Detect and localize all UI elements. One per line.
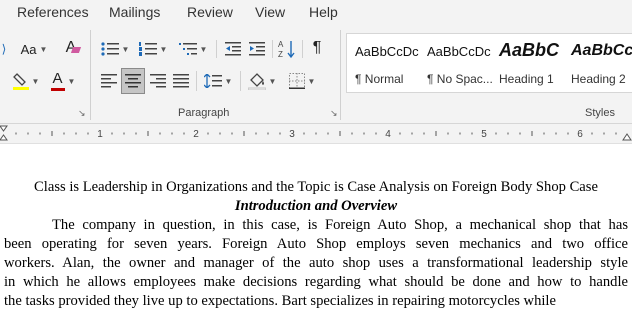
- ruler-ticks: 1 2 3 4 5 6: [15, 129, 617, 140]
- tab-references[interactable]: References: [17, 4, 89, 20]
- separator: [272, 40, 273, 58]
- align-right-button[interactable]: [147, 69, 169, 93]
- paragraph-line: in which he allows employees make decisi…: [4, 274, 628, 290]
- change-case-button[interactable]: Aa ▼: [18, 38, 50, 60]
- chevron-down-icon: ▼: [67, 76, 76, 86]
- numbering-icon: [138, 42, 157, 56]
- separator: [216, 40, 217, 58]
- ruler-number: 1: [97, 129, 103, 140]
- change-case-label: Aa: [20, 41, 37, 57]
- sort-button[interactable]: A Z: [276, 36, 298, 62]
- align-center-button[interactable]: [121, 68, 145, 94]
- increase-indent-icon: [249, 42, 265, 56]
- font-color-icon: A: [52, 70, 63, 87]
- chevron-down-icon: ▼: [224, 76, 233, 86]
- group-separator: [340, 30, 341, 120]
- tab-view[interactable]: View: [255, 4, 285, 20]
- paragraph-group-label: Paragraph: [178, 107, 230, 119]
- clear-formatting-button[interactable]: A: [60, 37, 82, 59]
- group-separator: [90, 30, 91, 120]
- tab-mailings[interactable]: Mailings: [109, 4, 160, 20]
- paragraph-line: the tasks provided they live up to expec…: [4, 293, 556, 309]
- paragraph-dialog-launcher-icon[interactable]: ↘: [330, 108, 338, 119]
- pilcrow-icon: ¶: [312, 39, 322, 56]
- ribbon-tabs: References Mailings Review View Help: [0, 0, 632, 24]
- ruler-number: 5: [481, 129, 487, 140]
- style-sample: AaBbCc: [571, 42, 632, 59]
- font-size-arrow-icon[interactable]: ⟩: [0, 40, 8, 58]
- bullets-button[interactable]: ▼: [98, 38, 132, 60]
- style-sample: AaBbCcDc: [355, 44, 419, 59]
- ruler-number: 6: [577, 129, 583, 140]
- style-name: Heading 2: [571, 72, 626, 86]
- style-name: ¶ No Spac...: [427, 72, 493, 86]
- separator: [302, 40, 303, 58]
- svg-text:Z: Z: [278, 50, 283, 59]
- paragraph-line: The company in question, in this case, i…: [52, 217, 628, 233]
- text-highlight-color-button[interactable]: ▼: [8, 68, 44, 94]
- style-heading-2[interactable]: AaBbCc Heading 2: [563, 34, 632, 92]
- style-name: Heading 1: [499, 72, 554, 86]
- chevron-down-icon: ▼: [199, 44, 208, 54]
- separator: [240, 71, 241, 91]
- styles-group-label: Styles: [585, 107, 615, 119]
- chevron-down-icon: ▼: [39, 44, 48, 54]
- shading-button[interactable]: ▼: [244, 69, 280, 93]
- line-spacing-button[interactable]: ▼: [200, 69, 236, 93]
- chevron-down-icon: ▼: [121, 44, 130, 54]
- align-center-icon: [125, 74, 141, 88]
- ruler-number: 4: [385, 129, 391, 140]
- borders-icon: [288, 73, 305, 89]
- ruler-number: 2: [193, 129, 199, 140]
- align-left-icon: [101, 74, 117, 88]
- line-spacing-icon: [203, 74, 222, 88]
- increase-indent-button[interactable]: [246, 38, 268, 60]
- style-normal[interactable]: AaBbCcDc ¶ Normal: [347, 34, 419, 92]
- right-indent-marker-icon[interactable]: [622, 124, 632, 143]
- chevron-down-icon: ▼: [268, 76, 277, 86]
- show-formatting-marks-button[interactable]: ¶: [306, 37, 328, 59]
- style-no-spacing[interactable]: AaBbCcDc ¶ No Spac...: [419, 34, 493, 92]
- multilevel-list-icon: [178, 43, 197, 55]
- sort-az-icon: A Z: [278, 40, 295, 59]
- ruler-number: 3: [289, 129, 295, 140]
- styles-gallery: AaBbCcDc ¶ Normal AaBbCcDc ¶ No Spac... …: [346, 33, 632, 93]
- style-sample: AaBbCcDc: [427, 44, 491, 59]
- ribbon: References Mailings Review View Help ⟩ A…: [0, 0, 632, 124]
- tab-review[interactable]: Review: [187, 4, 233, 20]
- eraser-icon: [70, 47, 82, 53]
- paint-bucket-icon: [247, 73, 266, 90]
- chevron-down-icon: ▼: [31, 76, 40, 86]
- font-color-swatch: [50, 88, 65, 91]
- highlighter-icon: [12, 73, 29, 90]
- font-color-button[interactable]: A ▼: [48, 68, 78, 94]
- horizontal-ruler[interactable]: 1 2 3 4 5 6: [0, 124, 632, 144]
- chevron-down-icon: ▼: [159, 44, 168, 54]
- paragraph-line: workers. Alan, the owner and manager of …: [4, 255, 628, 271]
- section-heading: Introduction and Overview: [234, 198, 398, 214]
- multilevel-list-button[interactable]: ▼: [175, 38, 211, 60]
- numbering-button[interactable]: ▼: [136, 38, 170, 60]
- align-right-icon: [150, 74, 166, 88]
- chevron-down-icon: ▼: [307, 76, 316, 86]
- decrease-indent-icon: [225, 42, 241, 56]
- style-name: ¶ Normal: [355, 72, 404, 86]
- style-sample: AaBbC: [499, 40, 560, 60]
- left-indent-marker-icon[interactable]: [0, 124, 8, 143]
- borders-button[interactable]: ▼: [284, 69, 320, 93]
- separator: [196, 71, 197, 91]
- font-dialog-launcher-icon[interactable]: ↘: [78, 108, 86, 119]
- tab-help[interactable]: Help: [309, 4, 338, 20]
- document-title-line: Class is Leadership in Organizations and…: [34, 179, 598, 195]
- document-page[interactable]: Class is Leadership in Organizations and…: [0, 144, 632, 309]
- align-left-button[interactable]: [98, 69, 120, 93]
- svg-text:A: A: [278, 40, 284, 49]
- justify-button[interactable]: [170, 69, 192, 93]
- decrease-indent-button[interactable]: [222, 38, 244, 60]
- style-heading-1[interactable]: AaBbC Heading 1: [491, 34, 563, 92]
- paragraph-line: been operating for seven years. Foreign …: [4, 236, 628, 252]
- bullets-icon: [100, 42, 119, 56]
- justify-icon: [173, 74, 189, 88]
